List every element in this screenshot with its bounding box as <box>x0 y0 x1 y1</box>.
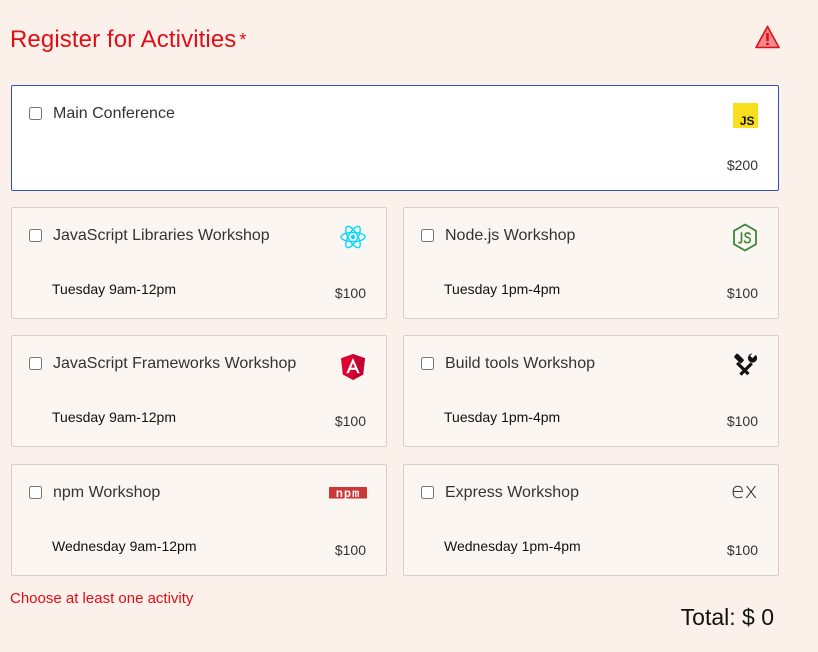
activity-card-nodejs[interactable]: Node.js Workshop Tuesday 1pm-4pm $100 <box>403 207 779 319</box>
npm-checkbox[interactable] <box>29 486 42 499</box>
total-cost: Total: $ 0 <box>680 604 774 630</box>
activity-time: Tuesday 9am-12pm <box>52 281 176 297</box>
activity-name: npm Workshop <box>53 484 161 501</box>
activity-price: $100 <box>334 413 366 429</box>
main-conference-checkbox[interactable] <box>29 107 42 120</box>
tools-icon <box>734 353 758 376</box>
activity-card-main-conference[interactable]: Main Conference JS $200 <box>11 85 779 191</box>
express-checkbox[interactable] <box>421 486 434 499</box>
activity-time: Wednesday 9am-12pm <box>52 538 197 554</box>
angular-icon <box>341 354 365 380</box>
activity-time: Tuesday 1pm-4pm <box>444 409 561 425</box>
javascript-logo-text: JS <box>740 114 755 128</box>
activity-name: Node.js Workshop <box>445 227 576 244</box>
activity-price: $100 <box>334 285 366 301</box>
activity-price: $100 <box>726 413 758 429</box>
activities-title: Register for Activities <box>10 26 237 53</box>
activity-card-js-libraries[interactable]: JavaScript Libraries Workshop Tuesday 9a… <box>11 207 387 319</box>
activity-name: Express Workshop <box>445 484 579 501</box>
nodejs-icon <box>733 223 757 252</box>
npm-logo-text: npm <box>336 487 361 501</box>
activity-name: JavaScript Frameworks Workshop <box>53 355 297 372</box>
nodejs-checkbox[interactable] <box>421 229 434 242</box>
express-icon: ex <box>730 479 758 504</box>
activity-error-message: Choose at least one activity <box>10 590 194 607</box>
required-marker: * <box>239 30 247 50</box>
activity-card-build-tools[interactable]: Build tools Workshop Tuesday 1pm-4pm $10… <box>403 335 779 447</box>
react-icon <box>340 225 366 249</box>
activity-price: $200 <box>726 157 758 173</box>
activity-card-js-frameworks[interactable]: JavaScript Frameworks Workshop Tuesday 9… <box>11 335 387 447</box>
activity-time: Wednesday 1pm-4pm <box>444 538 581 554</box>
activity-price: $100 <box>726 285 758 301</box>
js-frameworks-checkbox[interactable] <box>29 357 42 370</box>
activity-name: JavaScript Libraries Workshop <box>53 227 270 244</box>
npm-icon: npm <box>329 487 367 501</box>
activity-time: Tuesday 9am-12pm <box>52 409 176 425</box>
js-libraries-checkbox[interactable] <box>29 229 42 242</box>
activity-card-express[interactable]: Express Workshop ex Wednesday 1pm-4pm $1… <box>403 464 779 576</box>
javascript-icon: JS <box>733 103 758 128</box>
activity-card-npm[interactable]: npm Workshop npm Wednesday 9am-12pm $100 <box>11 464 387 576</box>
activity-name: Build tools Workshop <box>445 355 595 372</box>
activities-heading: Register for Activities * <box>10 26 246 54</box>
build-tools-checkbox[interactable] <box>421 357 434 370</box>
warning-icon <box>755 25 780 49</box>
activity-time: Tuesday 1pm-4pm <box>444 281 561 297</box>
activity-price: $100 <box>726 542 758 558</box>
activity-price: $100 <box>334 542 366 558</box>
activity-name: Main Conference <box>53 105 175 122</box>
